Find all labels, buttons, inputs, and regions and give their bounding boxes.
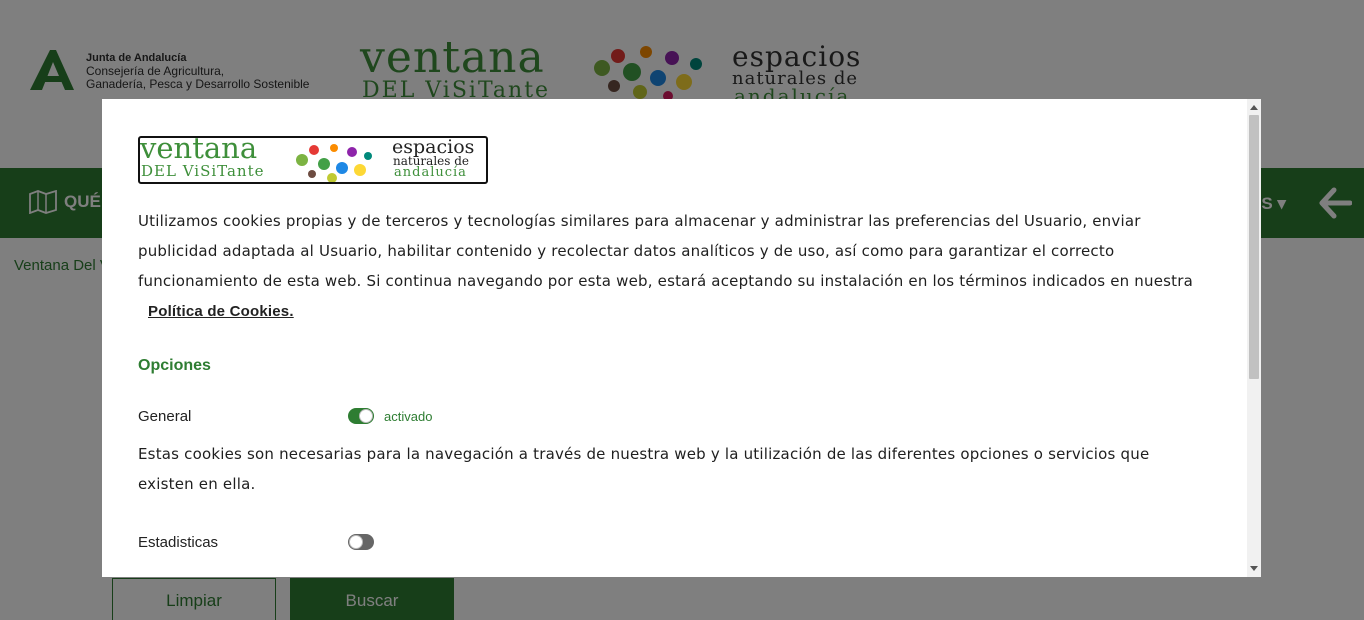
modal-logo-ventana-text: ventana: [140, 136, 258, 165]
modal-logo-andalucia-text: andalucía: [394, 165, 467, 180]
modal-logo-del-visitante-text: DEL ViSiTante: [141, 162, 265, 180]
scroll-up-icon[interactable]: [1250, 105, 1258, 110]
option-general-description: Estas cookies son necesarias para la nav…: [138, 445, 1150, 493]
cookie-consent-modal: ventana DEL ViSiTante espacios naturales…: [102, 99, 1261, 577]
option-estadisticas-toggle[interactable]: [348, 534, 374, 550]
cookie-modal-content: ventana DEL ViSiTante espacios naturales…: [138, 136, 1208, 555]
option-estadisticas-label: Estadisticas: [138, 533, 219, 551]
option-estadisticas: Estadisticas: [138, 529, 1208, 555]
nature-collage-icon: [296, 144, 372, 182]
modal-ventana-logo: ventana DEL ViSiTante espacios naturales…: [138, 136, 488, 184]
modal-scrollbar[interactable]: [1247, 99, 1261, 577]
option-general-label: General: [138, 407, 192, 425]
cookie-intro-body: Utilizamos cookies propias y de terceros…: [138, 212, 1193, 290]
cookie-intro-text: Utilizamos cookies propias y de terceros…: [138, 206, 1208, 327]
option-general-state: activado: [384, 408, 433, 424]
option-general: General activado Estas cookies son neces…: [138, 403, 1208, 499]
cookie-policy-link[interactable]: Política de Cookies.: [148, 297, 294, 327]
options-heading: Opciones: [138, 357, 211, 374]
scroll-down-icon[interactable]: [1250, 566, 1258, 571]
scroll-thumb[interactable]: [1249, 115, 1259, 379]
option-general-toggle[interactable]: [348, 408, 374, 424]
